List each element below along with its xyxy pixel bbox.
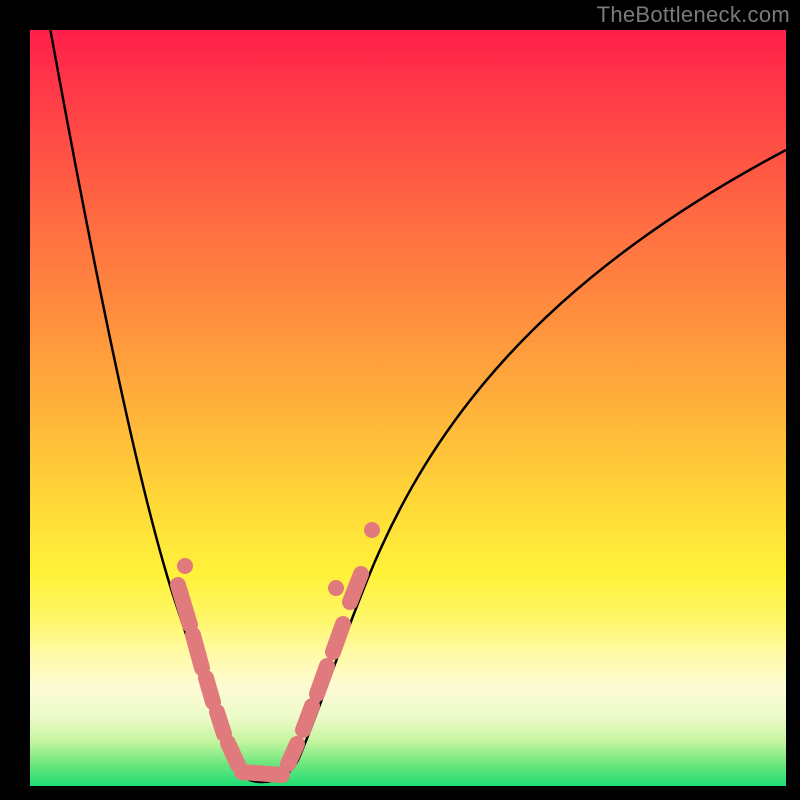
watermark: TheBottleneck.com <box>597 2 790 28</box>
plot-area <box>30 30 786 786</box>
bottleneck-curve <box>45 0 786 782</box>
curve-layer <box>30 30 786 786</box>
chart-stage: TheBottleneck.com <box>0 0 800 800</box>
data-beads <box>178 574 361 775</box>
